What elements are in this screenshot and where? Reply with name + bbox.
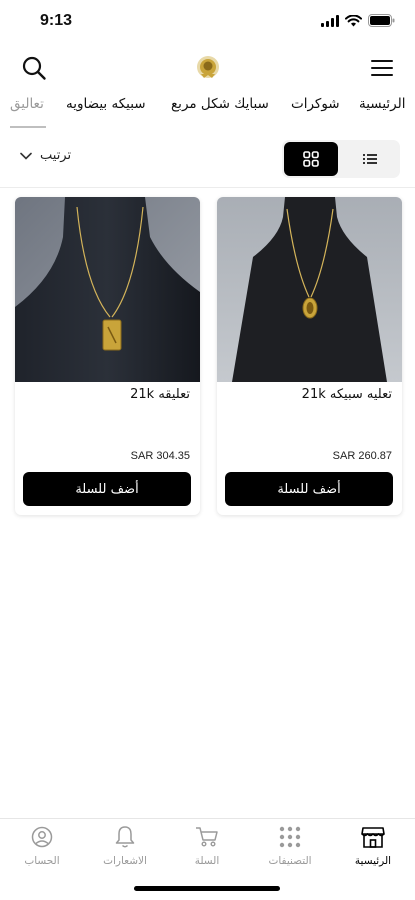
active-tab-indicator <box>10 126 46 128</box>
product-name[interactable]: تعليه سبيكه 21k <box>302 387 392 402</box>
search-button[interactable] <box>18 52 50 84</box>
search-icon <box>22 56 46 80</box>
grid-view-button[interactable] <box>284 142 338 176</box>
status-icons <box>321 14 395 27</box>
add-to-cart-button[interactable]: أضف للسلة <box>225 472 393 506</box>
product-card[interactable]: تعليقه 21k SAR 304.35 أضف للسلة <box>15 197 200 515</box>
menu-button[interactable] <box>366 52 398 84</box>
nav-label: السلة <box>194 855 220 867</box>
app-header <box>0 48 415 88</box>
nav-label: الاشعارات <box>103 855 147 867</box>
tab-home[interactable]: الرئيسية <box>359 96 406 112</box>
product-card[interactable]: تعليه سبيكه 21k SAR 260.87 أضف للسلة <box>217 197 402 515</box>
wifi-icon <box>345 14 362 26</box>
tab-pendants[interactable]: تعاليق <box>10 96 44 112</box>
product-image[interactable] <box>217 197 402 382</box>
add-to-cart-button[interactable]: أضف للسلة <box>23 472 191 506</box>
tab-oval-bars[interactable]: سبيكه بيضاويه <box>66 96 146 112</box>
nav-cart[interactable]: السلة <box>172 823 242 873</box>
tab-square-bars[interactable]: سبايك شكل مربع <box>171 96 269 112</box>
product-price: SAR 260.87 <box>332 450 392 462</box>
nav-label: التصنيفات <box>268 855 312 867</box>
signal-icon <box>321 14 339 27</box>
nav-label: الحساب <box>24 855 60 867</box>
gold-medal-logo <box>197 56 219 78</box>
store-logo[interactable] <box>195 54 221 80</box>
battery-icon <box>368 14 395 27</box>
nav-home[interactable]: الرئيسية <box>338 823 408 873</box>
categories-grid-icon <box>276 825 304 849</box>
list-view-icon <box>363 154 377 164</box>
account-icon <box>28 825 56 849</box>
status-bar: 9:13 <box>0 0 415 44</box>
product-image[interactable] <box>15 197 200 382</box>
hamburger-menu-icon <box>371 60 393 76</box>
sort-label: ترتيب <box>40 148 72 163</box>
nav-categories[interactable]: التصنيفات <box>255 823 325 873</box>
status-time: 9:13 <box>40 12 73 29</box>
list-view-button[interactable] <box>342 142 398 176</box>
nav-notifications[interactable]: الاشعارات <box>90 823 160 873</box>
bell-icon <box>111 825 139 849</box>
product-name[interactable]: تعليقه 21k <box>130 387 190 402</box>
listing-toolbar: ترتيب <box>0 138 415 182</box>
nav-account[interactable]: الحساب <box>7 823 77 873</box>
cart-icon <box>193 825 221 849</box>
store-icon <box>359 825 387 849</box>
necklace-photo <box>15 197 200 382</box>
view-toggle <box>282 140 400 178</box>
chevron-down-icon <box>20 152 32 160</box>
grid-view-icon <box>303 151 319 167</box>
toolbar-divider <box>0 187 415 188</box>
category-tabs: الرئيسية شوكرات سبايك شكل مربع سبيكه بيض… <box>0 92 415 130</box>
sort-dropdown[interactable]: ترتيب <box>20 148 71 163</box>
necklace-photo <box>217 197 402 382</box>
home-indicator <box>134 886 280 891</box>
tab-chokers[interactable]: شوكرات <box>291 96 340 112</box>
bottom-navigation: الحساب الاشعارات السلة التصنيفات الرئيسي… <box>0 818 415 879</box>
nav-label: الرئيسية <box>354 855 392 867</box>
product-price: SAR 304.35 <box>130 450 190 462</box>
